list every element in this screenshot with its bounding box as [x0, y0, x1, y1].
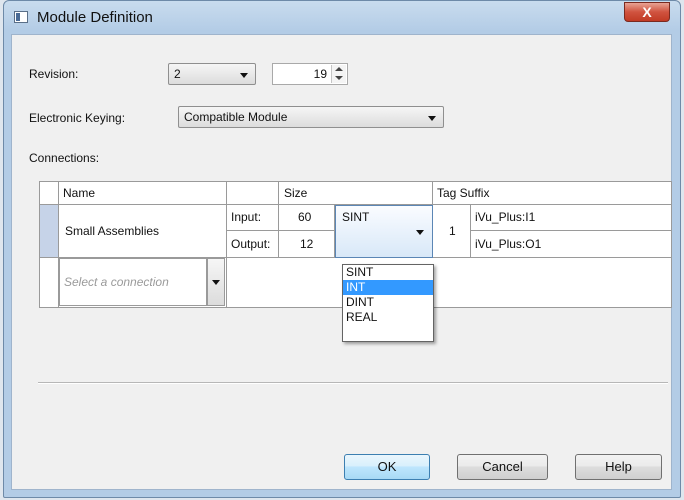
grid-header-size: Size: [279, 181, 433, 205]
new-row-selector[interactable]: [39, 258, 59, 308]
spin-up-icon[interactable]: [335, 67, 343, 71]
input-size-cell[interactable]: 60: [279, 205, 335, 231]
revision-major-select[interactable]: 2: [168, 63, 256, 85]
title-bar[interactable]: Module Definition X: [4, 1, 680, 33]
type-dropdown-list: SINT INT DINT REAL: [342, 264, 434, 342]
new-row-empty-area: [227, 258, 672, 308]
select-connection-field[interactable]: Select a connection: [59, 258, 207, 306]
chevron-down-icon: [212, 280, 220, 285]
electronic-keying-label: Electronic Keying:: [29, 111, 126, 125]
chevron-down-icon: [416, 230, 424, 235]
close-icon: X: [642, 4, 652, 20]
header-tag-suffix-text: Tag Suffix: [437, 186, 490, 200]
output-size: 12: [300, 237, 314, 251]
type-value: SINT: [342, 210, 370, 224]
select-connection-dropdown-button[interactable]: [207, 258, 225, 306]
input-label: Input:: [231, 210, 262, 224]
type-dropdown-cell[interactable]: SINT: [335, 205, 433, 258]
connections-label: Connections:: [29, 151, 100, 165]
window-app-icon: [14, 11, 28, 23]
grid-header-name: Name: [59, 181, 227, 205]
cancel-button[interactable]: Cancel: [457, 454, 548, 480]
grid-header-selector: [39, 181, 59, 205]
input-label-cell: Input:: [227, 205, 279, 231]
connection-name: Small Assemblies: [65, 224, 160, 238]
output-label: Output:: [231, 237, 271, 251]
close-button[interactable]: X: [624, 2, 670, 22]
spin-down-icon[interactable]: [335, 76, 343, 80]
module-definition-window: Module Definition X Revision: 2 19 Elect…: [3, 0, 681, 498]
ok-button[interactable]: OK: [344, 454, 430, 480]
revision-minor-value: 19: [313, 67, 327, 81]
output-tag: iVu_Plus:O1: [475, 237, 542, 251]
new-connection-cell[interactable]: Select a connection: [59, 258, 227, 308]
connection-name-cell[interactable]: Small Assemblies: [59, 205, 227, 258]
tag-suffix-number: 1: [449, 224, 456, 238]
grid-header-blank: [227, 181, 279, 205]
help-button[interactable]: Help: [575, 454, 662, 480]
electronic-keying-select[interactable]: Compatible Module: [178, 106, 444, 128]
type-option-int[interactable]: INT: [343, 280, 433, 295]
grid-header-tag-suffix: Tag Suffix: [433, 181, 672, 205]
revision-minor-spinner[interactable]: 19: [272, 63, 348, 85]
output-label-cell: Output:: [227, 231, 279, 258]
electronic-keying-value: Compatible Module: [184, 110, 288, 124]
header-name-text: Name: [63, 186, 96, 200]
type-option-dint[interactable]: DINT: [343, 295, 433, 310]
row-selector-active[interactable]: [39, 205, 59, 258]
spin-buttons[interactable]: [331, 65, 346, 83]
separator-line: [38, 382, 668, 384]
dialog-client-area: Revision: 2 19 Electronic Keying: Compat…: [11, 34, 672, 490]
select-connection-placeholder: Select a connection: [64, 275, 169, 289]
window-title: Module Definition: [37, 9, 153, 26]
header-size-text: Size: [284, 186, 308, 200]
revision-label: Revision:: [29, 67, 79, 81]
chevron-down-icon: [428, 116, 436, 121]
type-option-real[interactable]: REAL: [343, 310, 433, 325]
output-tag-cell: iVu_Plus:O1: [471, 231, 672, 258]
chevron-down-icon: [240, 73, 248, 78]
tag-suffix-number-cell: 1: [433, 205, 471, 258]
output-size-cell[interactable]: 12: [279, 231, 335, 258]
revision-major-value: 2: [174, 67, 181, 81]
input-tag-cell: iVu_Plus:I1: [471, 205, 672, 231]
input-tag: iVu_Plus:I1: [475, 210, 536, 224]
input-size: 60: [298, 210, 312, 224]
type-option-sint[interactable]: SINT: [343, 265, 433, 280]
